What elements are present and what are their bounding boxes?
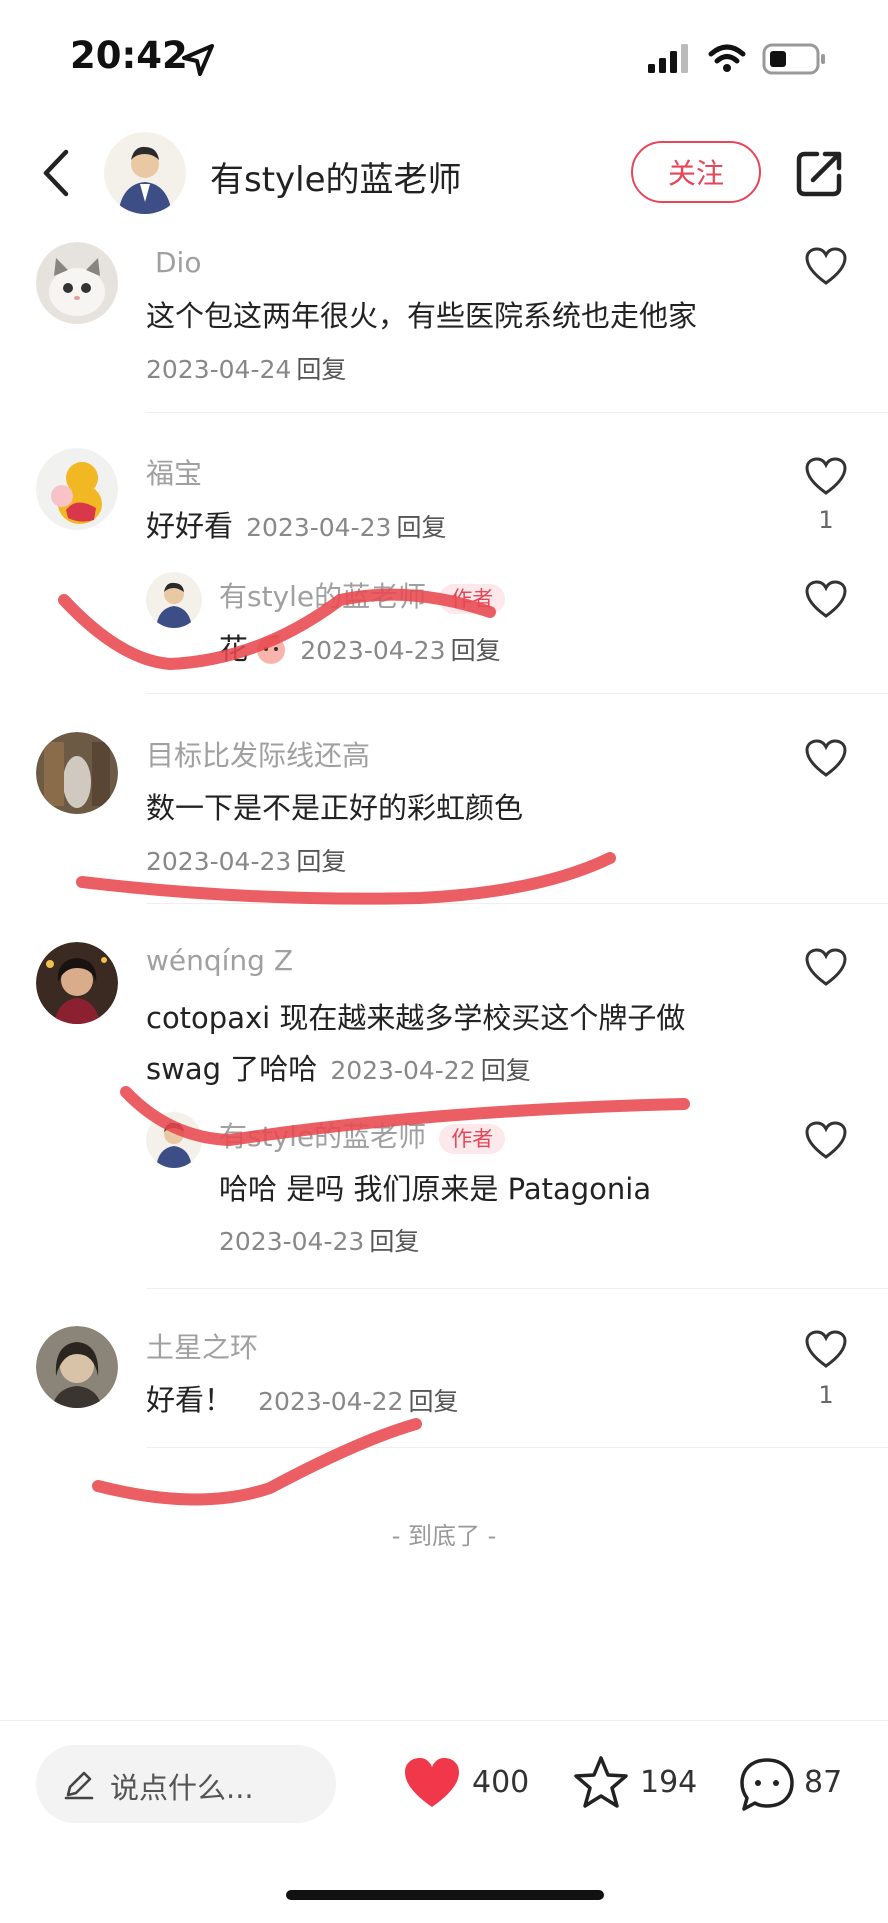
comment-text: swag 了哈哈 [146,1052,318,1086]
commenter-name[interactable]: 土星之环 [146,1326,258,1366]
reply-link[interactable]: 回复 [369,1227,419,1256]
comment-count: 87 [804,1765,843,1800]
commenter-avatar[interactable] [36,242,118,324]
comment-text: 好看！ [146,1383,234,1417]
author-badge: 作者 [439,584,506,614]
heart-icon[interactable] [804,947,848,987]
comment-text: 好好看 [146,509,234,543]
commenter-name[interactable]: 目标比发际线还高 [146,734,370,774]
star-count: 194 [640,1765,698,1800]
wifi-icon [708,44,746,72]
commenter-avatar[interactable] [36,1326,118,1408]
commenter-avatar[interactable] [36,942,118,1024]
divider [146,412,888,413]
home-indicator [286,1890,604,1900]
commenter-name[interactable]: Dio [155,246,201,279]
reply-link[interactable]: 回复 [296,847,346,876]
comment-meta: 2023-04-24 回复 [146,350,346,386]
comment-date: 2023-04-24 [146,355,292,384]
comment-line: swag 了哈哈 2023-04-22 回复 [146,1046,531,1088]
reply-header: 有style的蓝老师 作者 [219,1115,506,1155]
reply-link[interactable]: 回复 [397,513,447,542]
comment-meta: 2023-04-23 回复 [146,842,346,878]
pencil-icon [64,1771,94,1800]
divider [146,1447,888,1448]
back-icon[interactable] [38,148,72,198]
commenter-avatar[interactable] [36,448,118,530]
comment-text: 这个包这两年很火，有些医院系统也走他家 [146,299,698,333]
share-icon[interactable] [795,148,845,198]
reply-author-name[interactable]: 有style的蓝老师 [219,1120,426,1153]
author-avatar[interactable] [146,572,202,628]
author-avatar[interactable] [104,132,186,214]
reply-text: 花 [219,632,249,666]
follow-button[interactable]: 关注 [631,141,761,203]
heart-icon[interactable] [804,1120,848,1160]
status-time: 20:42 [70,34,188,77]
reply-line: 花 2023-04-23 回复 [219,626,501,668]
comment-bubble-icon[interactable] [738,1756,796,1814]
reply-author-name[interactable]: 有style的蓝老师 [219,580,426,613]
battery-icon [762,43,825,75]
reply-link[interactable]: 回复 [451,636,501,665]
comment-line: 好好看 2023-04-23 回复 [146,503,447,545]
location-arrow-icon [182,44,214,76]
divider [146,903,888,904]
comment-date: 2023-04-22 [330,1056,476,1085]
reply-link[interactable]: 回复 [296,355,346,384]
comment-date: 2023-04-22 [258,1387,404,1416]
divider [146,1288,888,1289]
commenter-name[interactable]: 福宝 [146,452,202,492]
red-marker-annotations [58,588,690,1506]
reply-meta: 2023-04-23 回复 [219,1222,419,1258]
comment-text: cotopaxi 现在越来越多学校买这个牌子做 [146,1001,686,1035]
author-badge: 作者 [439,1124,506,1154]
like-count: 400 [472,1765,530,1800]
divider [146,693,888,694]
heart-icon[interactable] [804,246,848,286]
heart-icon[interactable] [804,738,848,778]
like-heart-icon[interactable] [402,1755,462,1811]
comment-input-placeholder[interactable]: 说点什么... [110,1765,254,1807]
marker-stroke [92,1418,422,1506]
reply-link[interactable]: 回复 [409,1387,459,1416]
reply-date: 2023-04-23 [300,636,446,665]
peach-emoji-icon [257,635,286,664]
heart-icon[interactable] [804,456,848,496]
comment-text: 数一下是不是正好的彩虹颜色 [146,791,524,825]
star-icon[interactable] [572,1754,630,1812]
reply-text: 哈哈 是吗 我们原来是 Patagonia [219,1172,652,1206]
commenter-name[interactable]: wénqíng Z [146,944,293,977]
like-count: 1 [818,1381,834,1409]
reply-date: 2023-04-23 [219,1227,365,1256]
heart-icon[interactable] [804,579,848,619]
comment-date: 2023-04-23 [146,847,292,876]
comment-date: 2023-04-23 [246,513,392,542]
commenter-avatar[interactable] [36,732,118,814]
comment-line: 好看！ 2023-04-22 回复 [146,1377,459,1419]
reply-link[interactable]: 回复 [481,1056,531,1085]
signal-icon [648,44,688,73]
heart-icon[interactable] [804,1329,848,1369]
author-avatar[interactable] [146,1112,202,1168]
end-of-list-text: - 到底了 - [391,1522,497,1550]
like-count: 1 [818,506,834,534]
reply-header: 有style的蓝老师 作者 [219,575,506,615]
page-title: 有style的蓝老师 [210,160,462,200]
